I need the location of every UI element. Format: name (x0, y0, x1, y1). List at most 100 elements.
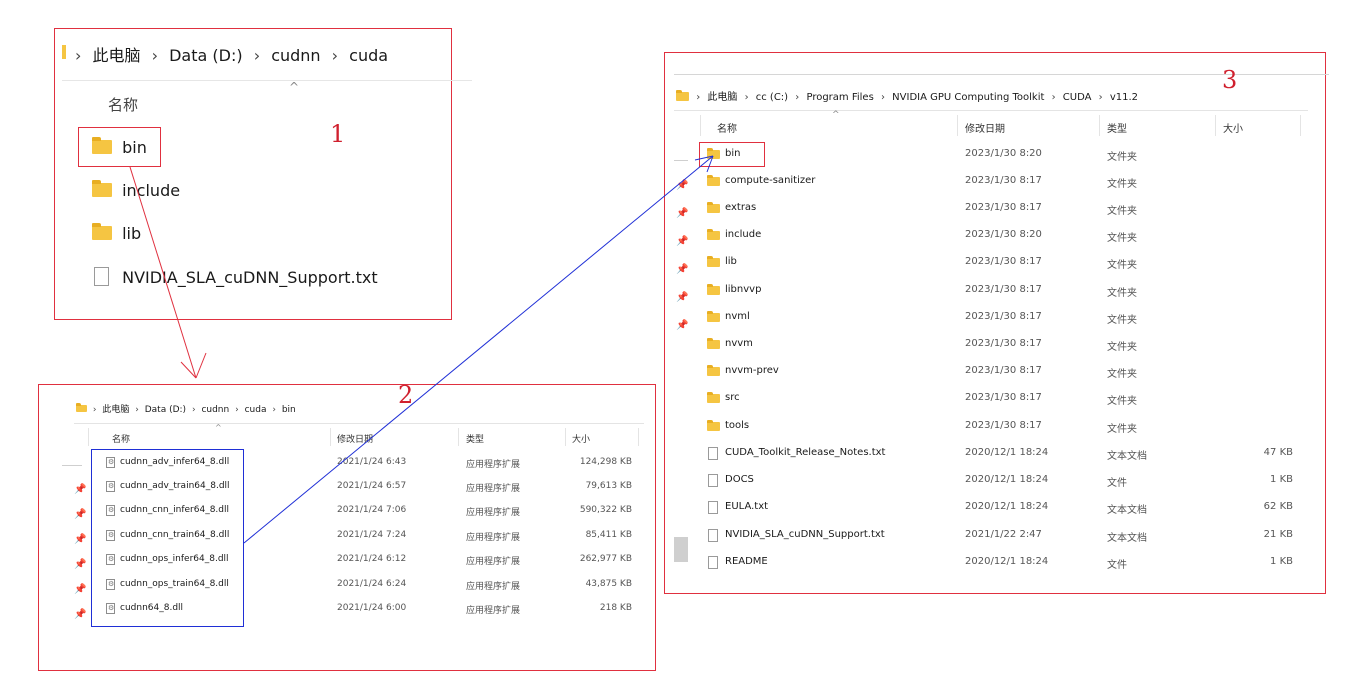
item-name: nvvm (725, 338, 753, 349)
breadcrumb-item[interactable]: cudnn (271, 46, 320, 65)
panel2-column-type-header[interactable]: 类型 (466, 432, 484, 445)
table-row[interactable]: extras 2023/1/30 8:17 文件夹 (707, 201, 1299, 217)
panel2-dll-selection-box (91, 449, 244, 627)
text-file-icon (708, 529, 718, 542)
chevron-right-icon: › (795, 92, 800, 103)
item-name: extras (725, 202, 757, 213)
annotation-number-2: 2 (398, 381, 414, 409)
panel1-column-name-header[interactable]: 名称 (108, 94, 138, 115)
chevron-right-icon: › (75, 46, 82, 65)
breadcrumb-item[interactable]: 此电脑 (707, 92, 737, 103)
annotation-number-3: 3 (1222, 66, 1238, 94)
list-item[interactable]: lib (92, 222, 142, 243)
item-date: 2023/1/30 8:17 (965, 311, 1042, 322)
folder-icon (707, 284, 720, 295)
item-name: compute-sanitizer (725, 175, 816, 186)
breadcrumb-item[interactable]: 此电脑 (93, 46, 141, 65)
list-item[interactable]: NVIDIA_SLA_cuDNN_Support.txt (94, 267, 378, 287)
chevron-right-icon: › (696, 92, 701, 103)
panel2-column-date-header[interactable]: 修改日期 (337, 432, 373, 445)
breadcrumb-item[interactable]: Data (D:) (145, 405, 186, 415)
table-row[interactable]: src 2023/1/30 8:17 文件夹 (707, 391, 1299, 407)
item-date: 2020/12/1 18:24 (965, 474, 1049, 485)
panel3-bin-highlight (699, 142, 765, 167)
item-name: lib (122, 224, 142, 243)
item-date: 2023/1/30 8:17 (965, 175, 1042, 186)
table-row[interactable]: bin 2023/1/30 8:20 文件夹 (707, 147, 1299, 163)
breadcrumb-item[interactable]: NVIDIA GPU Computing Toolkit (892, 92, 1044, 103)
breadcrumb-item[interactable]: Program Files (806, 92, 873, 103)
breadcrumb-item[interactable]: cuda (349, 46, 388, 65)
file-type: 应用程序扩展 (466, 582, 521, 592)
panel3-header-divider (1099, 115, 1100, 136)
table-row[interactable]: nvvm 2023/1/30 8:17 文件夹 (707, 337, 1299, 353)
pin-icon: 📌 (676, 264, 689, 275)
folder-icon (707, 338, 720, 349)
file-size: 85,411 KB (585, 530, 632, 540)
panel1-breadcrumb-divider (62, 80, 472, 81)
panel3-column-type-header[interactable]: 类型 (1107, 120, 1127, 135)
table-row[interactable]: EULA.txt 2020/12/1 18:24 文本文档 62 KB (707, 500, 1299, 516)
panel3-header-divider (957, 115, 958, 136)
panel3-scrollbar-thumb[interactable] (674, 537, 688, 562)
panel3-column-name-header[interactable]: 名称 (717, 120, 737, 135)
table-row[interactable]: compute-sanitizer 2023/1/30 8:17 文件夹 (707, 174, 1299, 190)
table-row[interactable]: NVIDIA_SLA_cuDNN_Support.txt 2021/1/22 2… (707, 528, 1299, 544)
file-icon (708, 474, 718, 487)
panel2-column-name-header[interactable]: 名称 (112, 432, 130, 445)
pin-icon: 📌 (676, 236, 689, 247)
panel2-breadcrumb-divider (74, 423, 644, 424)
panel2-header-divider (638, 428, 639, 446)
table-row[interactable]: README 2020/12/1 18:24 文件 1 KB (707, 555, 1299, 571)
folder-icon (707, 175, 720, 186)
item-date: 2023/1/30 8:17 (965, 202, 1042, 213)
table-row[interactable]: include 2023/1/30 8:20 文件夹 (707, 228, 1299, 244)
pin-icon: 📌 (676, 208, 689, 219)
breadcrumb-item[interactable]: cc (C:) (756, 92, 788, 103)
file-type: 应用程序扩展 (466, 460, 521, 470)
table-row[interactable]: DOCS 2020/12/1 18:24 文件 1 KB (707, 473, 1299, 489)
chevron-right-icon: › (151, 46, 159, 65)
breadcrumb-item[interactable]: v11.2 (1110, 92, 1138, 103)
panel3-breadcrumb-divider (674, 110, 1308, 111)
annotation-number-1: 1 (330, 120, 346, 148)
red-arrow-head (180, 361, 197, 379)
breadcrumb-item[interactable]: CUDA (1063, 92, 1092, 103)
breadcrumb-item[interactable]: bin (282, 405, 296, 415)
breadcrumb-item[interactable]: cudnn (201, 405, 229, 415)
panel3-column-date-header[interactable]: 修改日期 (965, 120, 1005, 135)
panel2-column-size-header[interactable]: 大小 (572, 432, 590, 445)
file-type: 应用程序扩展 (466, 484, 521, 494)
item-name: DOCS (725, 474, 754, 485)
list-item[interactable]: include (92, 179, 181, 200)
panel2-header-divider (88, 428, 89, 446)
breadcrumb-item[interactable]: Data (D:) (169, 46, 242, 65)
item-size: 1 KB (1270, 556, 1293, 567)
panel3-column-size-header[interactable]: 大小 (1223, 120, 1243, 135)
item-date: 2023/1/30 8:20 (965, 229, 1042, 240)
table-row[interactable]: lib 2023/1/30 8:17 文件夹 (707, 255, 1299, 271)
item-date: 2023/1/30 8:17 (965, 338, 1042, 349)
item-name: include (725, 229, 762, 240)
item-date: 2023/1/30 8:17 (965, 365, 1042, 376)
table-row[interactable]: CUDA_Toolkit_Release_Notes.txt 2020/12/1… (707, 446, 1299, 462)
panel2-nav-pane-line (62, 465, 82, 466)
breadcrumb-item[interactable]: 此电脑 (102, 405, 129, 415)
panel1-sort-indicator-icon: ^ (289, 80, 300, 94)
file-size: 79,613 KB (585, 481, 632, 491)
chevron-right-icon: › (744, 92, 749, 103)
panel2-sort-indicator-icon: ^ (215, 423, 222, 432)
chevron-right-icon: › (1098, 92, 1103, 103)
table-row[interactable]: tools 2023/1/30 8:17 文件夹 (707, 419, 1299, 435)
item-name: include (122, 181, 181, 200)
breadcrumb-item[interactable]: cuda (245, 405, 267, 415)
item-name: tools (725, 420, 750, 431)
file-date: 2021/1/24 6:57 (337, 481, 407, 491)
item-date: 2021/1/22 2:47 (965, 529, 1042, 540)
table-row[interactable]: libnvvp 2023/1/30 8:17 文件夹 (707, 283, 1299, 299)
item-type: 文件夹 (1107, 206, 1137, 217)
pin-icon: 📌 (74, 534, 87, 545)
table-row[interactable]: nvml 2023/1/30 8:17 文件夹 (707, 310, 1299, 326)
pin-icon: 📌 (74, 584, 87, 595)
table-row[interactable]: nvvm-prev 2023/1/30 8:17 文件夹 (707, 364, 1299, 380)
